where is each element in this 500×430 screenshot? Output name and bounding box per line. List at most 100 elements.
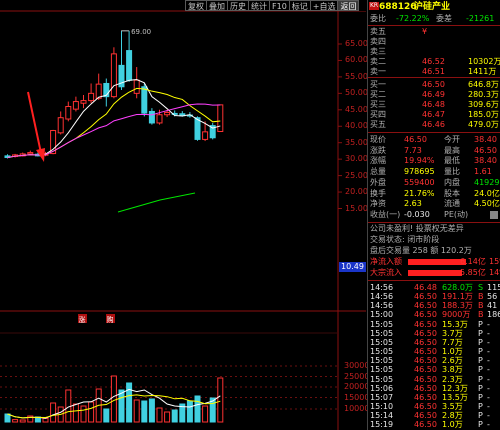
quote-label: 涨幅 (370, 156, 386, 166)
volume-tick-label: 15000 (344, 392, 370, 402)
stock-code: 688126 (379, 2, 417, 12)
quote-value: -0.030 (404, 209, 430, 219)
volume-bar (164, 411, 171, 423)
quote-label: 收益(一) (370, 209, 401, 219)
toolbar-button-3[interactable]: 统计 (248, 0, 270, 11)
divider (368, 280, 500, 281)
tick-time: 15:19 (370, 420, 394, 430)
bid-price: 46.49 (422, 90, 445, 99)
ask-price: ¥ (422, 27, 428, 36)
candle-body (148, 110, 155, 124)
quote-row: 收益(一) -0.030 PE(动) (368, 210, 500, 220)
tick-flag: P (478, 420, 483, 430)
webi-value: -72.22% (396, 14, 430, 23)
ask-price: 46.51 (422, 67, 445, 76)
bid-label: 买一 (370, 80, 386, 89)
candle-body (95, 83, 102, 99)
event-flag-label: 涨 (79, 315, 86, 324)
volume-tick-label: 30000 (344, 361, 370, 370)
toolbar-button-4[interactable]: F10 (269, 0, 290, 11)
bid-price: 46.47 (422, 110, 445, 119)
flow-percent: 15% (489, 257, 500, 266)
notice-line: 交易状态: 闭市阶段 (370, 235, 440, 244)
volume-bar (202, 405, 209, 423)
bid-row: 买二 46.49 280.3万 (368, 90, 500, 100)
volume-bar (126, 382, 133, 423)
tick-count: - (487, 420, 490, 430)
bid-row: 买五 46.46 479.0万 (368, 120, 500, 130)
candle-body (110, 53, 117, 98)
bid-row: 买四 46.47 185.0万 (368, 110, 500, 120)
price-tick-label: 65.00 (345, 39, 368, 48)
candle-body (80, 100, 87, 104)
bid-volume: 309.6万 (468, 100, 499, 109)
toolbar-button-5[interactable]: 标记 (288, 0, 311, 11)
toolbar-button-1[interactable]: 叠加 (206, 0, 228, 11)
divider (368, 132, 500, 133)
quote-row: 涨跌 7.73 最高 46.50 (368, 146, 500, 156)
volume-bar (4, 413, 11, 423)
volume-bar (80, 405, 87, 423)
price-tick-label: 50.00 (345, 88, 368, 98)
price-tick-label: 45.00 (345, 104, 368, 114)
quote-value: 2.63 (404, 199, 422, 209)
toolbar-button-7[interactable]: 返回 (337, 0, 360, 11)
volume-bar (50, 402, 57, 423)
divider (368, 222, 500, 223)
pe-indicator (490, 211, 498, 219)
ask-row: 卖四 (368, 37, 500, 47)
divider (368, 25, 500, 26)
annotation-arrow (27, 91, 42, 154)
flow-bar (408, 270, 463, 276)
flow-label: 净流入额 (370, 257, 402, 266)
quote-row: 换手 21.76% 股本 24.0亿 (368, 189, 500, 199)
bid-label: 买五 (370, 120, 386, 129)
volume-tick-label: 10000 (344, 404, 370, 413)
quote-label: PE(动) (444, 209, 469, 219)
volume-bar (118, 389, 125, 423)
volume-bar (72, 403, 79, 423)
divider (368, 77, 500, 78)
ask-row: 卖二 46.52 10302万 (368, 57, 500, 67)
quote-row: 净资 2.63 流通 4.50亿 (368, 199, 500, 209)
candle-body (164, 111, 171, 116)
ask-row: 卖三 (368, 47, 500, 57)
quote-label: 外盘 (370, 177, 386, 187)
bid-label: 买四 (370, 110, 386, 119)
candle-body (72, 101, 79, 110)
chart-toolbar: 复权 叠加 历史 统计 F10 标记 +自选 返回 (185, 0, 368, 11)
volume-tick-label: 25000 (344, 371, 370, 381)
bid-row: 买三 46.48 309.6万 (368, 100, 500, 110)
candle-body (65, 106, 72, 120)
candle-body (217, 104, 224, 133)
volume-bar (217, 377, 224, 423)
volume-bar (42, 417, 49, 423)
bid-label: 买三 (370, 100, 386, 109)
flow-bar (408, 259, 466, 265)
quote-value: 4.50亿 (474, 199, 500, 209)
candle-body (126, 50, 133, 81)
kline-chart[interactable]: 69.00 涨 购 (0, 0, 366, 430)
quote-row: 外盘 559400 内盘 419295 (368, 178, 500, 188)
bid-price: 46.46 (422, 120, 445, 129)
tick-row[interactable]: 15:19 46.50 1.0万 P - (368, 420, 500, 430)
quote-row: 总量 978695 量比 1.61 (368, 167, 500, 177)
quote-label: 流通 (444, 199, 460, 209)
toolbar-button-2[interactable]: 历史 (227, 0, 249, 11)
toolbar-button-6[interactable]: +自选 (309, 0, 339, 11)
ask-row: 卖五 ¥ (368, 27, 500, 37)
candle-body (27, 152, 34, 155)
weicha-value: -21261 (466, 14, 495, 23)
toolbar-button-0[interactable]: 复权 (185, 0, 207, 11)
quote-value: 46.50 (404, 135, 427, 144)
price-tick-label: 40.00 (345, 121, 368, 131)
candle-body (57, 117, 64, 134)
flow-value: 5.85亿 (460, 268, 486, 277)
quote-label: 换手 (370, 188, 386, 198)
quote-value: 419295 (474, 177, 500, 187)
bid-volume: 185.0万 (468, 110, 499, 119)
quote-row: 现价 46.50 今开 38.40 (368, 135, 500, 145)
quote-value: 7.73 (404, 145, 422, 155)
stock-name: 沪硅产业 (414, 2, 451, 12)
flow-row: 大宗流入 5.85亿14% (368, 268, 500, 278)
